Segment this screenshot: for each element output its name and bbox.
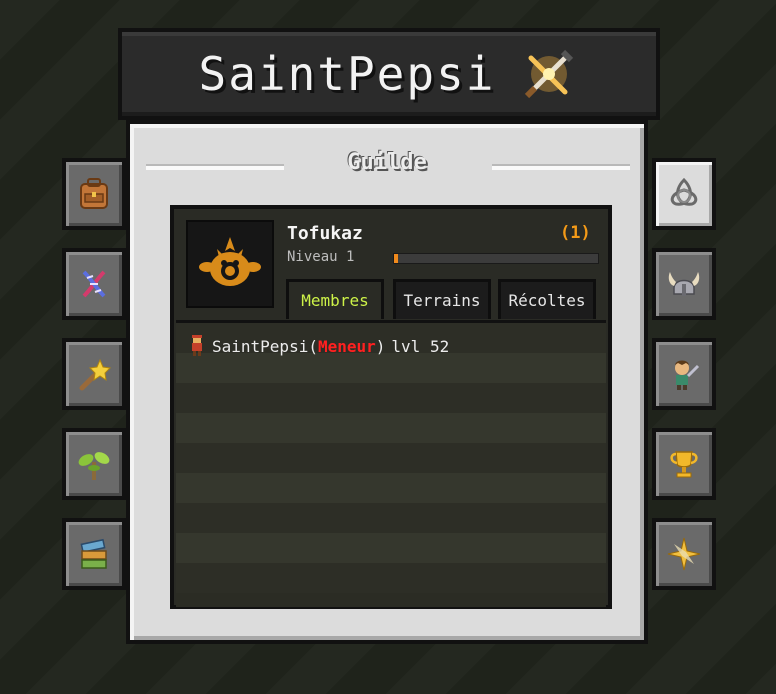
character-icon <box>192 335 202 356</box>
paren-close: ) <box>375 336 386 356</box>
characteristics-button[interactable] <box>62 248 126 320</box>
list-row <box>176 413 606 443</box>
member-name: SaintPepsi <box>212 336 309 356</box>
guild-emblem <box>186 220 274 308</box>
guild-level: Niveau 1 <box>287 249 355 265</box>
list-row <box>176 443 606 473</box>
guild-tab-button[interactable] <box>652 158 716 230</box>
tofu-bird-emblem-icon <box>199 237 261 286</box>
tab-terrains[interactable]: Terrains <box>393 279 491 319</box>
member-list <box>176 320 606 607</box>
companions-button[interactable] <box>652 338 716 410</box>
list-row <box>176 563 606 593</box>
bestiary-button[interactable] <box>62 518 126 590</box>
title-row: SaintPepsi <box>122 32 656 116</box>
compass-star-icon <box>667 537 701 571</box>
member-role: Meneur <box>317 336 376 356</box>
title-bar: SaintPepsi <box>118 28 660 120</box>
paren-open: ( <box>308 336 318 356</box>
guild-name: Tofukaz <box>287 223 363 244</box>
xp-bar <box>393 253 599 264</box>
viking-helmet-icon <box>668 272 700 296</box>
map-button[interactable] <box>652 518 716 590</box>
dna-icon <box>82 270 106 298</box>
achievements-button[interactable] <box>652 428 716 500</box>
member-entry[interactable]: SaintPepsi(Meneur) lvl 52 <box>188 335 449 357</box>
list-row <box>176 503 606 533</box>
tab-recoltes[interactable]: Récoltes <box>498 279 596 319</box>
list-row <box>176 473 606 503</box>
crossed-swords-icon <box>525 49 574 99</box>
triquetra-icon <box>670 177 698 206</box>
list-row <box>176 353 606 383</box>
character-name: SaintPepsi <box>198 47 496 101</box>
list-row <box>176 533 606 563</box>
professions-button[interactable] <box>62 428 126 500</box>
xp-bar-fill <box>394 254 399 263</box>
sprout-icon <box>78 452 110 480</box>
member-count: (1) <box>560 223 591 243</box>
pvp-button[interactable] <box>652 248 716 320</box>
member-level: lvl 52 <box>391 336 450 356</box>
panel-title: Guilde <box>347 150 427 175</box>
inventory-button[interactable] <box>62 158 126 230</box>
companion-icon <box>675 360 700 390</box>
trophy-icon <box>670 451 698 478</box>
tab-membres[interactable]: Membres <box>286 279 384 319</box>
books-icon <box>80 538 107 569</box>
backpack-icon <box>80 178 108 209</box>
spells-button[interactable] <box>62 338 126 410</box>
magic-wand-icon <box>79 358 112 391</box>
list-row <box>176 383 606 413</box>
